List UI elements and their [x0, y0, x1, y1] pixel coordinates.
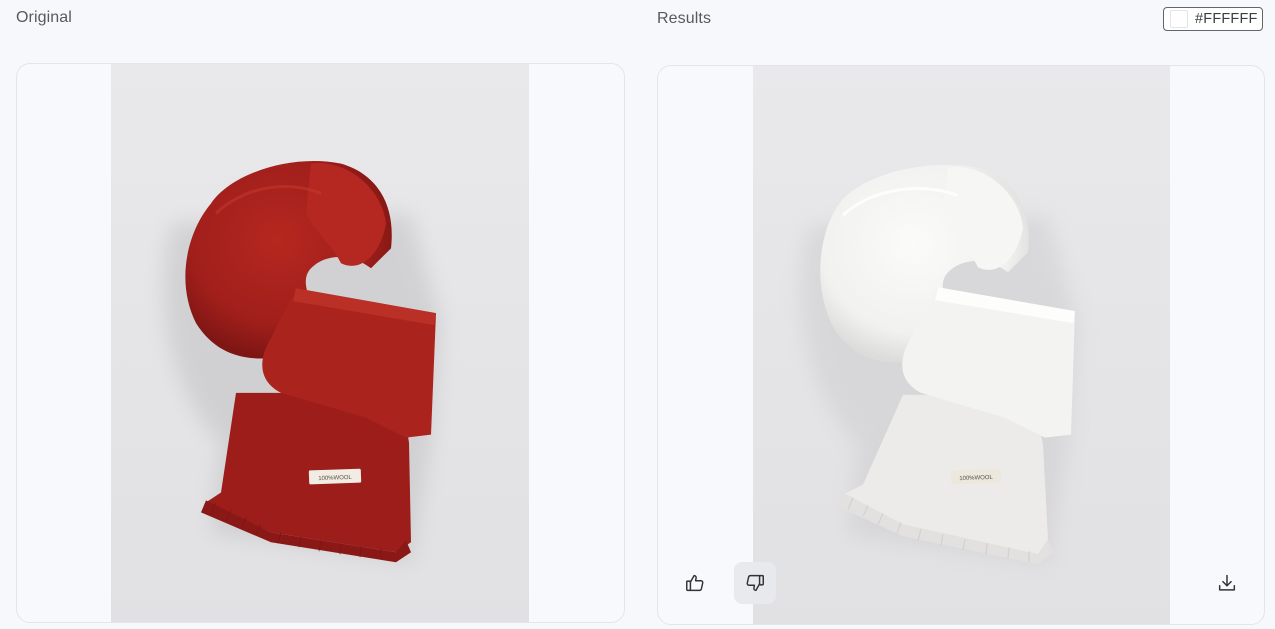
- color-swatch: [1170, 10, 1188, 28]
- thumbs-down-icon: [746, 574, 764, 592]
- thumbs-up-icon: [686, 574, 704, 592]
- color-hex-value: #FFFFFF: [1195, 11, 1258, 27]
- result-tag-text: 100%WOOL: [959, 475, 993, 482]
- white-scarf-image: 100%WOOL: [800, 164, 1078, 565]
- original-image-panel: 100%WOOL: [16, 63, 625, 623]
- background-removal-workspace: Original Results #FFFFFF 100%WOOL 100%WO…: [0, 0, 1275, 629]
- original-tag-text: 100%WOOL: [318, 475, 352, 482]
- background-color-picker[interactable]: #FFFFFF: [1163, 7, 1263, 31]
- result-image-panel: 100%WOOL: [657, 65, 1265, 625]
- results-label: Results: [657, 10, 712, 27]
- dislike-button[interactable]: [734, 562, 776, 604]
- original-label: Original: [16, 9, 72, 26]
- download-button[interactable]: [1206, 562, 1248, 604]
- like-button[interactable]: [674, 562, 716, 604]
- result-photo: 100%WOOL: [753, 66, 1170, 624]
- red-scarf-image: 100%WOOL: [163, 161, 441, 563]
- download-icon: [1218, 574, 1236, 591]
- original-photo: 100%WOOL: [111, 64, 529, 622]
